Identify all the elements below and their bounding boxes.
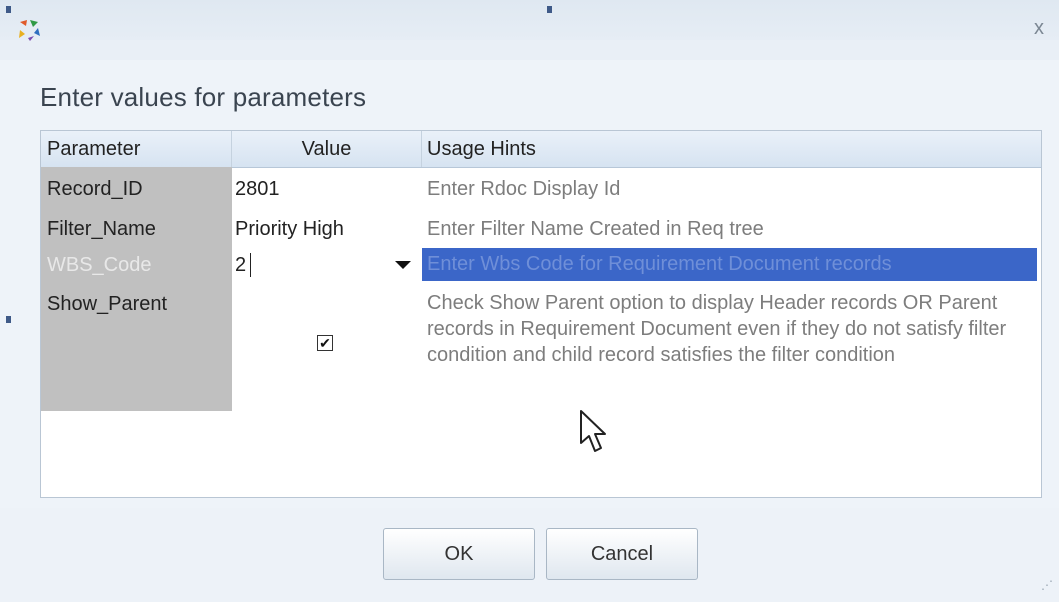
title-bar[interactable]: x xyxy=(0,0,1059,41)
ok-button[interactable]: OK xyxy=(383,528,535,580)
column-header-parameter[interactable]: Parameter xyxy=(41,131,232,167)
column-header-usage-hints[interactable]: Usage Hints xyxy=(422,131,1041,167)
app-logo-icon xyxy=(19,20,40,41)
parameters-grid: Parameter Value Usage Hints Record_ID 28… xyxy=(40,130,1042,498)
value-filter-name[interactable]: Priority High xyxy=(235,217,344,241)
column-header-value[interactable]: Value xyxy=(232,131,422,167)
hint-record-id: Enter Rdoc Display Id xyxy=(427,178,621,200)
hint-filter-name: Enter Filter Name Created in Req tree xyxy=(427,218,764,240)
resize-handle-corner[interactable] xyxy=(6,6,11,13)
mouse-pointer-icon xyxy=(580,410,606,452)
close-icon[interactable]: x xyxy=(1027,16,1051,40)
resize-handle-left[interactable] xyxy=(6,316,11,323)
hint-show-parent: Check Show Parent option to display Head… xyxy=(427,292,1007,366)
param-wbs-code: WBS_Code xyxy=(47,254,152,276)
resize-handle-top[interactable] xyxy=(547,6,552,13)
text-caret xyxy=(250,253,251,277)
dropdown-arrow-icon[interactable] xyxy=(395,261,411,269)
value-record-id[interactable]: 2801 xyxy=(235,177,280,201)
param-show-parent: Show_Parent xyxy=(47,293,168,315)
param-filter-name: Filter_Name xyxy=(47,218,156,240)
grid-header: Parameter Value Usage Hints xyxy=(41,131,1041,168)
parameter-column-background xyxy=(41,167,232,411)
resize-grip-icon[interactable]: ⋰ xyxy=(1041,578,1053,592)
show-parent-checkbox[interactable]: ✔ xyxy=(317,335,333,351)
dialog-heading: Enter values for parameters xyxy=(40,82,367,112)
parameters-dialog: x Enter values for parameters Parameter … xyxy=(0,0,1059,602)
cancel-button[interactable]: Cancel xyxy=(546,528,698,580)
param-record-id: Record_ID xyxy=(47,178,143,200)
hint-wbs-code: Enter Wbs Code for Requirement Document … xyxy=(422,248,1037,281)
value-wbs-code-input[interactable]: 2 xyxy=(235,253,246,277)
